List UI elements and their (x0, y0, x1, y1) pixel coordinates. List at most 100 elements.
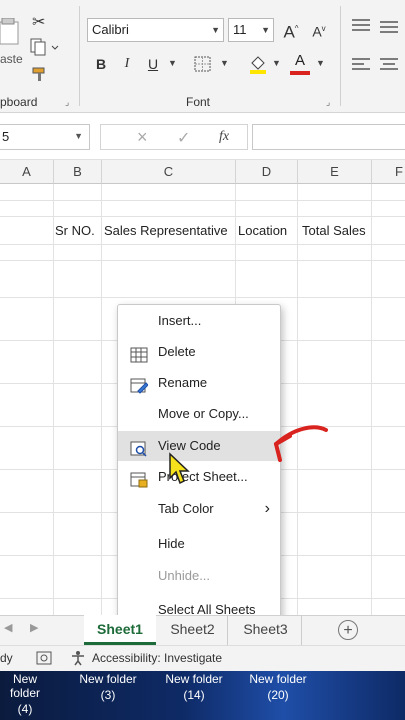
gridline (0, 260, 405, 261)
scroll-tabs-right-icon[interactable]: ▶ (30, 621, 38, 634)
taskbar-item-count: (14) (183, 688, 205, 702)
taskbar-item-count: (20) (267, 688, 289, 702)
taskbar-item-label: New folder (9, 672, 41, 700)
protect-sheet-icon (130, 469, 148, 488)
column-header-f[interactable]: F (372, 160, 405, 184)
align-top-icon[interactable] (352, 18, 370, 35)
menu-item-label: Hide (158, 536, 185, 551)
taskbar-item-count: (3) (100, 688, 116, 702)
formula-input[interactable] (252, 124, 405, 150)
cancel-icon[interactable]: × (137, 127, 148, 148)
annotation-arrow-icon (264, 422, 332, 469)
align-middle-icon[interactable] (380, 20, 398, 37)
cell-e-header[interactable]: Total Sales (302, 218, 366, 243)
scroll-tabs-left-icon[interactable]: ◀ (4, 621, 12, 634)
menu-item-rename[interactable]: Rename (118, 368, 280, 398)
format-painter-icon[interactable] (32, 66, 50, 85)
sheet-tab-sheet1[interactable]: Sheet1 (84, 615, 156, 645)
fill-color-icon[interactable] (248, 54, 268, 77)
taskbar-folder-1[interactable]: New folder (4) (0, 672, 50, 716)
column-header-d[interactable]: D (236, 160, 298, 184)
align-center-icon[interactable] (380, 57, 398, 74)
menu-item-label: Rename (158, 375, 208, 390)
gridline (0, 244, 405, 245)
formula-buttons: × ✓ fx (100, 124, 248, 150)
clipboard-launcher-icon[interactable]: ⌟ (65, 97, 69, 108)
enter-icon[interactable]: ✓ (177, 128, 190, 148)
chevron-down-icon: ▼ (261, 25, 270, 35)
add-sheet-label: + (343, 622, 353, 639)
font-name-combo[interactable]: Calibri ▼ (87, 18, 224, 42)
group-separator (340, 6, 341, 106)
taskbar-folder-3[interactable]: New folder (14) (158, 672, 230, 702)
paste-icon[interactable] (0, 17, 22, 48)
sheet-tab-sheet3[interactable]: Sheet3 (230, 615, 302, 645)
column-header-e[interactable]: E (298, 160, 372, 184)
menu-item-delete[interactable]: Delete (118, 337, 280, 367)
font-size-value: 11 (233, 22, 247, 37)
menu-item-view-code[interactable]: View Code (118, 431, 280, 461)
taskbar-item-label: New folder (79, 672, 137, 686)
add-sheet-button[interactable]: + (338, 620, 358, 640)
taskbar-folder-2[interactable]: New folder (3) (72, 672, 144, 702)
chevron-down-icon[interactable]: ▼ (272, 58, 281, 68)
taskbar-item-label: New folder (249, 672, 307, 686)
macro-record-icon[interactable] (36, 651, 52, 668)
taskbar-folder-4[interactable]: New folder (20) (242, 672, 314, 702)
accessibility-status[interactable]: Accessibility: Investigate (92, 651, 222, 665)
font-color-button[interactable]: A (290, 52, 310, 75)
column-header-c[interactable]: C (102, 160, 236, 184)
grow-font-label: A (283, 22, 295, 42)
font-launcher-icon[interactable]: ⌟ (326, 97, 330, 108)
status-ready-text: dy (0, 651, 13, 665)
chevron-down-icon[interactable]: ▼ (168, 58, 177, 68)
chevron-down-icon: ▼ (74, 131, 83, 141)
menu-item-unhide: Unhide... (118, 561, 280, 591)
group-separator (79, 6, 80, 106)
menu-item-hide[interactable]: Hide (118, 529, 280, 559)
menu-item-insert[interactable]: Insert... (118, 306, 280, 336)
bold-button[interactable]: B (90, 52, 112, 76)
cell-c-header[interactable]: Sales Representative (104, 218, 228, 243)
grow-font-button[interactable]: A^ (280, 17, 302, 45)
menu-item-protect-sheet[interactable]: Protect Sheet... (118, 462, 280, 492)
sheet-tab-sheet2[interactable]: Sheet2 (158, 615, 228, 645)
menu-item-tab-color[interactable]: Tab Color › (118, 494, 280, 524)
chevron-down-icon[interactable]: ▼ (316, 58, 325, 68)
menu-item-label: Move or Copy... (158, 406, 249, 421)
underline-button[interactable]: U (142, 52, 164, 76)
gridline (101, 184, 102, 616)
rename-sheet-icon (130, 375, 149, 394)
font-name-value: Calibri (92, 22, 129, 37)
menu-item-label: Tab Color (158, 501, 214, 516)
chevron-down-icon: ▼ (211, 25, 220, 35)
view-code-icon (130, 438, 148, 457)
copy-icon[interactable] (30, 38, 60, 59)
taskbar-item-count: (4) (17, 702, 33, 716)
gridline (0, 216, 405, 217)
menu-item-label: Unhide... (158, 568, 211, 583)
name-box-value: 5 (2, 129, 10, 144)
align-left-icon[interactable] (352, 57, 370, 74)
font-color-swatch (290, 71, 310, 75)
taskbar-item-label: New folder (165, 672, 223, 686)
insert-function-icon[interactable]: fx (219, 129, 229, 145)
cell-d-header[interactable]: Location (238, 218, 287, 243)
column-header-a[interactable]: A (0, 160, 54, 184)
gridline (0, 297, 405, 298)
italic-button[interactable]: I (116, 52, 138, 76)
paste-label[interactable]: aste (0, 52, 23, 66)
chevron-down-icon[interactable]: ▼ (220, 58, 229, 68)
shrink-font-button[interactable]: Av (308, 17, 330, 44)
column-header-b[interactable]: B (54, 160, 102, 184)
accessibility-icon[interactable] (70, 650, 88, 669)
menu-item-move-or-copy[interactable]: Move or Copy... (118, 399, 280, 429)
gridline (297, 184, 298, 616)
cell-b-header[interactable]: Sr NO. (55, 218, 95, 243)
borders-icon[interactable] (194, 56, 212, 75)
name-box[interactable]: 5 ▼ (0, 124, 90, 150)
shrink-font-label: A (312, 23, 322, 40)
cut-icon[interactable]: ✂ (32, 12, 45, 32)
font-size-combo[interactable]: 11 ▼ (228, 18, 274, 42)
chevron-right-icon: › (264, 500, 270, 517)
